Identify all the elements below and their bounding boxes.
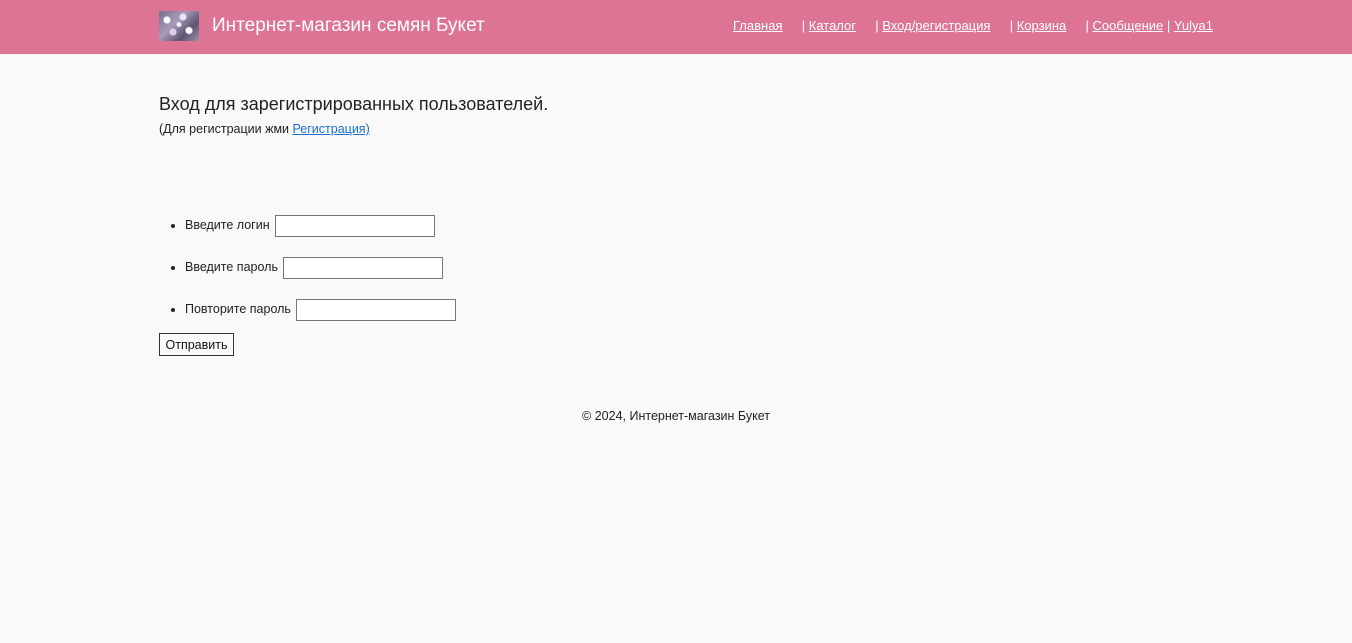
- flower-bouquet-logo-icon[interactable]: [159, 11, 199, 41]
- nav-link-message[interactable]: Сообщение: [1093, 18, 1164, 33]
- nav-separator: |: [1085, 18, 1089, 33]
- nav-link-user[interactable]: Yulya1: [1174, 18, 1213, 33]
- nav-separator: |: [1009, 18, 1014, 33]
- nav-separator: |: [875, 18, 879, 33]
- footer: © 2024, Интернет-магазин Букет: [0, 409, 1352, 424]
- password-repeat-label: Повторите пароль: [185, 302, 291, 316]
- login-form-fields: Введите логин Введите пароль Повторите п…: [159, 213, 457, 339]
- footer-copyright: © 2024, Интернет-магазин Букет: [582, 409, 770, 423]
- list-item: Введите логин: [185, 213, 456, 255]
- password-repeat-input[interactable]: [296, 298, 457, 321]
- registration-hint: (Для регистрации жми Регистрация): [159, 122, 370, 137]
- nav-link-catalog[interactable]: Каталог: [809, 18, 856, 33]
- login-label: Введите логин: [185, 218, 270, 232]
- submit-button[interactable]: Отправить: [159, 333, 234, 356]
- main-nav: Главная | Каталог | Вход/регистрация | К…: [733, 18, 1213, 34]
- nav-separator: |: [801, 18, 806, 33]
- site-title: Интернет-магазин семян Букет: [212, 15, 485, 36]
- site-header: Интернет-магазин семян Букет Главная | К…: [0, 0, 1352, 54]
- nav-link-home[interactable]: Главная: [733, 18, 782, 33]
- nav-separator: |: [1166, 18, 1171, 33]
- password-input[interactable]: [283, 256, 444, 279]
- registration-link[interactable]: Регистрация): [293, 122, 370, 136]
- login-input[interactable]: [275, 214, 436, 237]
- password-label: Введите пароль: [185, 260, 278, 274]
- nav-link-login[interactable]: Вход/регистрация: [882, 18, 990, 33]
- list-item: Введите пароль: [185, 255, 456, 297]
- nav-link-cart[interactable]: Корзина: [1017, 18, 1067, 33]
- page-title: Вход для зарегистрированных пользователе…: [159, 94, 549, 114]
- registration-hint-text: (Для регистрации жми: [159, 122, 293, 136]
